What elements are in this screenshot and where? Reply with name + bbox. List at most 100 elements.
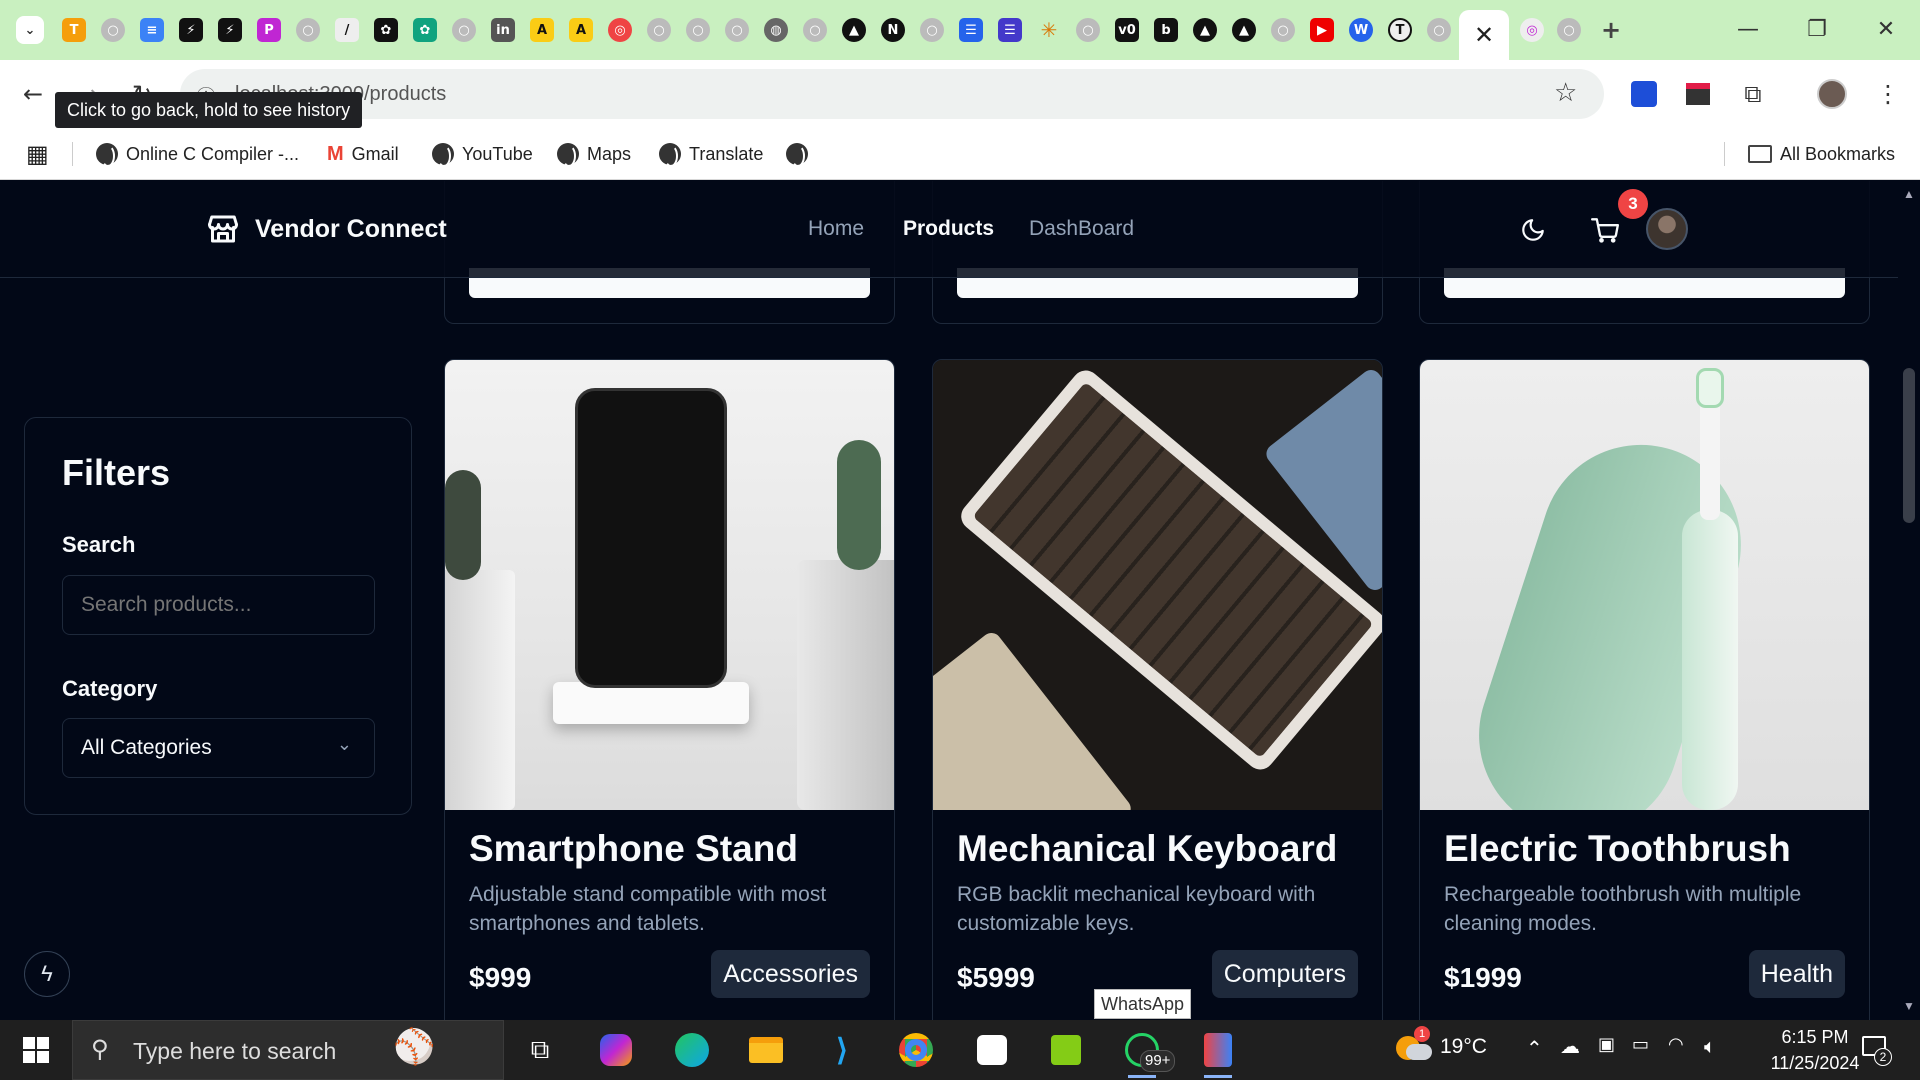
nav-dashboard[interactable]: DashBoard xyxy=(1029,217,1134,241)
battery-icon[interactable]: ▭ xyxy=(1632,1034,1649,1055)
minimize-icon[interactable]: — xyxy=(1728,14,1768,46)
taskbar-search-box[interactable]: ⚲ Type here to search ⚾ xyxy=(72,1020,504,1080)
extensions-puzzle-icon[interactable]: ⧉ xyxy=(1733,74,1773,114)
product-title[interactable]: Electric Toothbrush xyxy=(1444,828,1791,870)
tab-favicon[interactable]: ○ xyxy=(647,18,671,42)
address-bar[interactable]: ⓘ localhost:3000/products ☆ xyxy=(180,69,1604,119)
page-scrollbar[interactable]: ▲ ▼ xyxy=(1898,181,1920,1020)
bookmark-gmail[interactable]: M Gmail xyxy=(327,140,399,168)
bolt-icon[interactable]: ϟ xyxy=(24,951,70,997)
chatgpt-icon[interactable]: ✿ xyxy=(413,18,437,42)
tab-favicon[interactable]: ○ xyxy=(686,18,710,42)
copilot-icon[interactable] xyxy=(594,1028,638,1072)
product-card[interactable]: Mechanical Keyboard RGB backlit mechanic… xyxy=(932,359,1383,1020)
tab-favicon[interactable]: ○ xyxy=(1557,18,1581,42)
scroll-down-icon[interactable]: ▼ xyxy=(1903,999,1915,1013)
extension-icon[interactable] xyxy=(1678,74,1718,114)
tab-favicon[interactable]: ○ xyxy=(725,18,749,42)
tab-favicon[interactable]: ○ xyxy=(101,18,125,42)
tab-favicon[interactable]: ⚡ xyxy=(218,18,242,42)
github-icon[interactable]: ○ xyxy=(1271,18,1295,42)
tab-favicon[interactable]: A xyxy=(569,18,593,42)
cube-app-icon[interactable] xyxy=(970,1028,1014,1072)
brand-logo[interactable]: Vendor Connect xyxy=(205,211,447,247)
meet-now-icon[interactable]: ▣ xyxy=(1598,1034,1615,1055)
youtube-icon[interactable]: ▶ xyxy=(1310,18,1334,42)
tab-favicon[interactable]: ⚡ xyxy=(179,18,203,42)
scroll-up-icon[interactable]: ▲ xyxy=(1903,187,1915,201)
nav-home[interactable]: Home xyxy=(808,217,864,241)
tab-search-icon[interactable]: ⌄ xyxy=(16,16,44,44)
github-icon[interactable]: ○ xyxy=(920,18,944,42)
tab-favicon[interactable]: ◍ xyxy=(764,18,788,42)
tab-favicon[interactable]: T xyxy=(62,18,86,42)
restore-icon[interactable]: ❐ xyxy=(1797,14,1837,46)
volume-icon[interactable]: 🔈︎ xyxy=(1704,1034,1716,1058)
github-icon[interactable]: ○ xyxy=(296,18,320,42)
search-input[interactable] xyxy=(62,575,375,635)
tab-favicon[interactable]: ◎ xyxy=(608,18,632,42)
linkedin-icon[interactable]: in xyxy=(491,18,515,42)
wifi-icon[interactable]: ◠ xyxy=(1668,1034,1684,1055)
tab-favicon[interactable]: ▲ xyxy=(842,18,866,42)
notification-center-icon[interactable]: 2 xyxy=(1858,1034,1892,1066)
vscode-icon[interactable]: ⟩ xyxy=(820,1028,864,1072)
dark-mode-moon-icon[interactable] xyxy=(1520,217,1546,243)
whatsapp-icon[interactable]: 99+ xyxy=(1120,1028,1176,1078)
github-icon[interactable]: ○ xyxy=(1076,18,1100,42)
tab-favicon[interactable]: v0 xyxy=(1115,18,1139,42)
bookmark-online-c-compiler[interactable]: Online C Compiler -... xyxy=(96,140,299,168)
bookmark-youtube[interactable]: YouTube xyxy=(432,140,533,168)
tab-favicon[interactable]: ☰ xyxy=(998,18,1022,42)
scrollbar-thumb[interactable] xyxy=(1903,368,1915,523)
chatgpt-icon[interactable]: ✿ xyxy=(374,18,398,42)
tab-favicon[interactable]: ○ xyxy=(803,18,827,42)
terminal-app-icon[interactable] xyxy=(1044,1028,1088,1072)
cart-icon[interactable] xyxy=(1591,217,1619,245)
product-card[interactable]: Electric Toothbrush Rechargeable toothbr… xyxy=(1419,359,1870,1020)
tab-favicon[interactable]: ◎ xyxy=(1520,18,1544,42)
github-icon[interactable]: ○ xyxy=(452,18,476,42)
close-window-icon[interactable]: ✕ xyxy=(1866,14,1906,46)
app-icon[interactable] xyxy=(1196,1028,1240,1078)
notion-icon[interactable]: N xyxy=(881,18,905,42)
all-bookmarks-button[interactable]: All Bookmarks xyxy=(1748,140,1895,168)
bookmark-translate[interactable]: Translate xyxy=(659,140,763,168)
tab-favicon[interactable]: ▲ xyxy=(1193,18,1217,42)
tab-favicon[interactable]: P xyxy=(257,18,281,42)
nav-products[interactable]: Products xyxy=(903,217,994,241)
extension-icon[interactable] xyxy=(1624,74,1664,114)
show-hidden-icons-icon[interactable]: ⌃ xyxy=(1526,1036,1543,1060)
profile-avatar[interactable] xyxy=(1812,74,1852,114)
windows-start-icon[interactable] xyxy=(14,1028,58,1072)
github-icon[interactable]: ○ xyxy=(1427,18,1451,42)
edge-icon[interactable] xyxy=(670,1028,714,1072)
bookmark-unnamed[interactable] xyxy=(786,140,808,168)
user-avatar[interactable] xyxy=(1646,208,1688,250)
tab-favicon[interactable]: ☰ xyxy=(959,18,983,42)
tab-favicon[interactable]: / xyxy=(335,18,359,42)
tab-favicon[interactable]: T xyxy=(1388,18,1412,42)
weather-widget[interactable]: 1 19°C xyxy=(1396,1026,1487,1062)
chrome-icon[interactable] xyxy=(894,1028,938,1072)
active-tab-close-icon[interactable]: ✕ xyxy=(1459,10,1509,60)
onedrive-icon[interactable]: ☁ xyxy=(1560,1034,1580,1058)
tab-favicon[interactable]: b xyxy=(1154,18,1178,42)
product-title[interactable]: Smartphone Stand xyxy=(469,828,798,870)
apps-grid-icon[interactable]: ▦ xyxy=(26,140,49,168)
bookmark-star-icon[interactable]: ☆ xyxy=(1554,78,1577,108)
file-explorer-icon[interactable] xyxy=(744,1028,788,1072)
tab-favicon[interactable]: ≡ xyxy=(140,18,164,42)
task-view-icon[interactable]: ⧉ xyxy=(518,1028,562,1072)
claude-icon[interactable]: ✳ xyxy=(1037,18,1061,42)
browser-menu-icon[interactable]: ⋮ xyxy=(1868,74,1908,114)
tab-favicon[interactable]: A xyxy=(530,18,554,42)
back-icon[interactable]: ← xyxy=(13,74,53,114)
product-title[interactable]: Mechanical Keyboard xyxy=(957,828,1337,870)
bookmark-maps[interactable]: Maps xyxy=(557,140,631,168)
new-tab-icon[interactable]: + xyxy=(1599,16,1623,44)
wordpress-icon[interactable]: W xyxy=(1349,18,1373,42)
tab-favicon[interactable]: ▲ xyxy=(1232,18,1256,42)
product-card[interactable]: Smartphone Stand Adjustable stand compat… xyxy=(444,359,895,1020)
category-select[interactable]: All Categories ⌄ xyxy=(62,718,375,778)
